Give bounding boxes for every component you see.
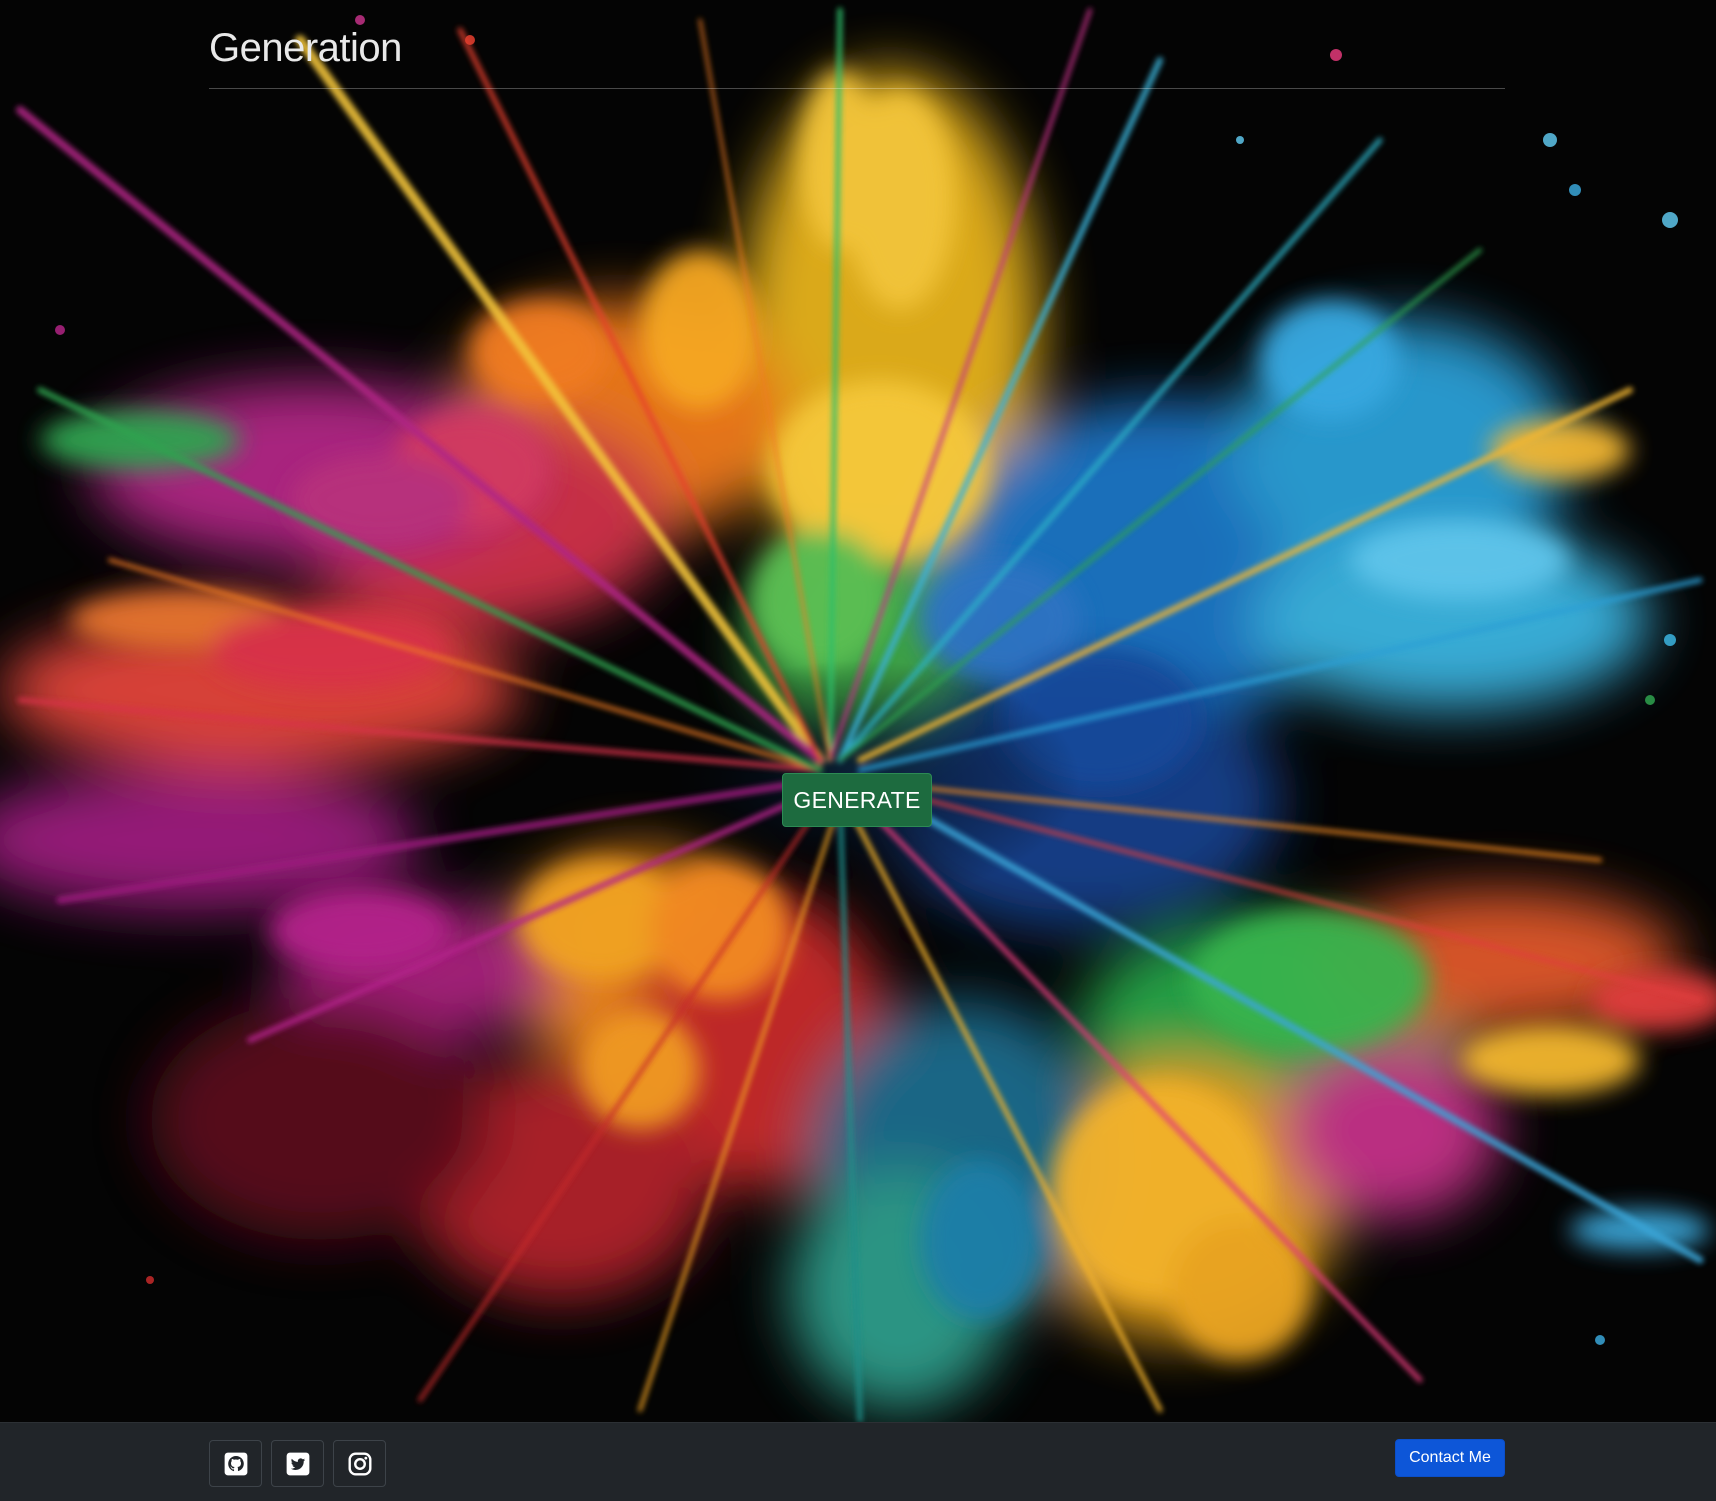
footer: Contact Me: [0, 1422, 1716, 1501]
github-link[interactable]: [209, 1440, 262, 1487]
page: Generation GENERATE Contact Me: [0, 0, 1716, 1501]
github-icon: [222, 1450, 250, 1478]
hero-header: Generation: [209, 0, 1505, 89]
page-title: Generation: [209, 26, 402, 70]
social-links: [209, 1440, 386, 1487]
twitter-link[interactable]: [271, 1440, 324, 1487]
color-explosion-artwork: [0, 0, 1716, 1422]
contact-me-button[interactable]: Contact Me: [1395, 1439, 1505, 1477]
instagram-link[interactable]: [333, 1440, 386, 1487]
generate-button[interactable]: GENERATE: [782, 773, 932, 827]
twitter-icon: [284, 1450, 312, 1478]
instagram-icon: [346, 1450, 374, 1478]
hero-section: Generation GENERATE: [0, 0, 1716, 1422]
